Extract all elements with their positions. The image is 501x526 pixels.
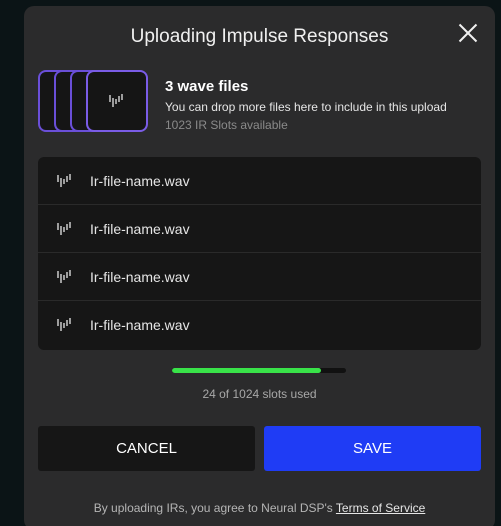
waveform-icon xyxy=(57,269,71,283)
drop-hint: You can drop more files here to include … xyxy=(165,100,447,114)
file-row[interactable]: Ir-file-name.wav xyxy=(38,157,481,205)
waveform-icon xyxy=(57,173,71,187)
slots-available: 1023 IR Slots available xyxy=(165,118,288,132)
slots-progress-fill xyxy=(172,368,321,373)
file-count: 3 wave files xyxy=(165,78,249,95)
file-row[interactable]: Ir-file-name.wav xyxy=(38,205,481,253)
waveform-icon xyxy=(57,318,71,331)
waveform-icon xyxy=(57,221,71,235)
waveform-icon xyxy=(109,94,123,107)
file-name: Ir-file-name.wav xyxy=(90,172,190,189)
slots-progress-bar xyxy=(172,368,346,373)
file-stack xyxy=(38,70,148,134)
file-row[interactable]: Ir-file-name.wav xyxy=(38,301,481,349)
terms-prefix: By uploading IRs, you agree to Neural DS… xyxy=(93,501,336,515)
upload-dialog: Uploading Impulse Responses 3 wave files… xyxy=(24,6,495,526)
cancel-button[interactable]: CANCEL xyxy=(38,426,255,471)
close-icon[interactable] xyxy=(457,22,479,44)
slots-used-label: 24 of 1024 slots used xyxy=(202,387,317,401)
save-button[interactable]: SAVE xyxy=(264,426,481,471)
file-name: Ir-file-name.wav xyxy=(90,268,190,285)
dialog-title: Uploading Impulse Responses xyxy=(130,26,389,47)
file-row[interactable]: Ir-file-name.wav xyxy=(38,253,481,301)
file-name: Ir-file-name.wav xyxy=(90,220,190,237)
file-card xyxy=(86,70,148,132)
terms-notice: By uploading IRs, you agree to Neural DS… xyxy=(24,501,495,515)
terms-of-service-link[interactable]: Terms of Service xyxy=(336,501,425,515)
file-list: Ir-file-name.wav Ir-file-name.wav Ir-fil… xyxy=(38,157,481,350)
file-name: Ir-file-name.wav xyxy=(90,317,190,333)
upload-summary: 3 wave files You can drop more files her… xyxy=(165,78,447,132)
